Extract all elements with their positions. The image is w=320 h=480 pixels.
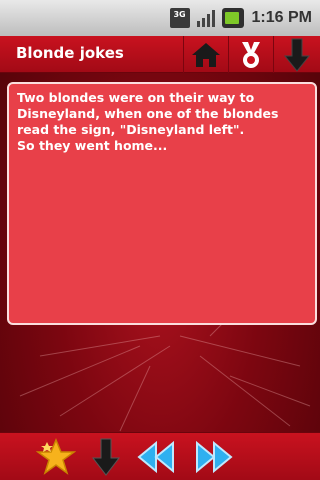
status-bar: 3G 1:16 PM bbox=[0, 0, 320, 36]
medal-icon bbox=[242, 41, 260, 68]
battery-icon bbox=[221, 8, 244, 28]
joke-card: Two blondes were on their way to Disneyl… bbox=[7, 82, 317, 325]
app-header: Blonde jokes bbox=[0, 36, 320, 73]
rewind-icon bbox=[137, 440, 174, 474]
down-arrow-icon bbox=[91, 438, 121, 476]
home-icon bbox=[192, 42, 220, 67]
previous-joke-button[interactable] bbox=[134, 433, 178, 480]
home-button[interactable] bbox=[183, 36, 228, 73]
download-button[interactable] bbox=[273, 36, 320, 73]
joke-text: Two blondes were on their way to Disneyl… bbox=[17, 90, 279, 153]
favorite-button[interactable] bbox=[34, 433, 78, 480]
download-joke-button[interactable] bbox=[86, 433, 126, 480]
signal-icon bbox=[196, 10, 215, 27]
page-title: Blonde jokes bbox=[16, 44, 124, 62]
fast-forward-icon bbox=[196, 440, 233, 474]
star-icon bbox=[36, 438, 76, 475]
next-joke-button[interactable] bbox=[192, 433, 236, 480]
medal-button[interactable] bbox=[228, 36, 273, 73]
status-time: 1:16 PM bbox=[251, 9, 312, 26]
3g-icon: 3G bbox=[169, 8, 190, 28]
download-arrow-icon bbox=[283, 38, 311, 72]
bottom-toolbar bbox=[0, 432, 320, 480]
